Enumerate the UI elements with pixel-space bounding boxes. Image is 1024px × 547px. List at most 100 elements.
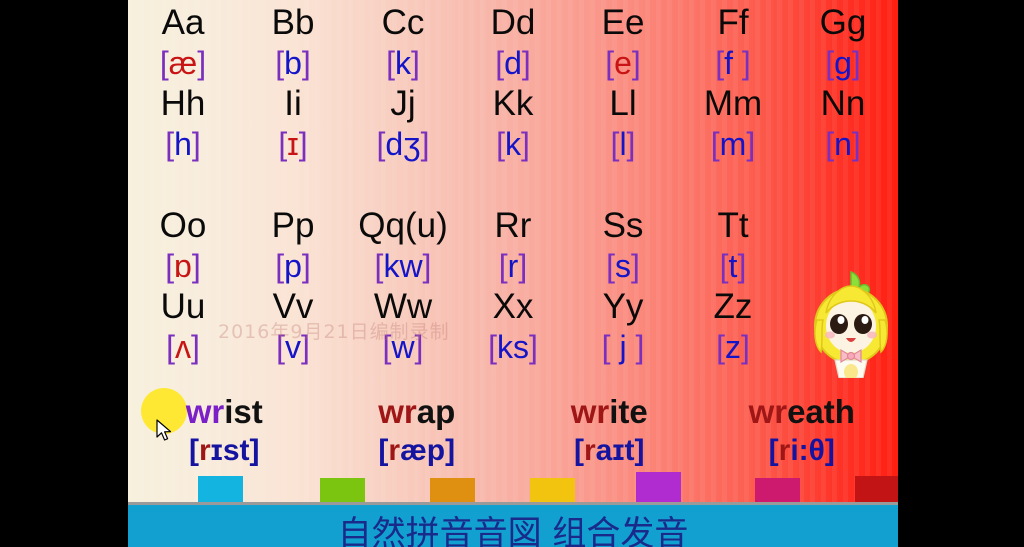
alphabet-row: Oo [ɒ] Pp [p] Qq(u) [kw] Rr [r] Ss [s] T… xyxy=(128,205,898,286)
bracket-close: ] xyxy=(626,329,645,365)
phonetic-symbol: k xyxy=(505,126,521,162)
letter-pair: Oo xyxy=(159,206,207,245)
word-phonetic: [ri:θ] xyxy=(706,432,899,470)
phonetic: [ks] xyxy=(458,327,568,367)
alphabet-cell[interactable]: Rr [r] xyxy=(458,205,568,286)
word-cell-wreath[interactable]: wreath [ri:θ] xyxy=(706,392,899,470)
alphabet-cell[interactable]: Kk [k] xyxy=(458,83,568,164)
alphabet-cell[interactable]: Tt [t] xyxy=(678,205,788,286)
phonetic-rest: ɪst xyxy=(210,434,250,467)
word-cell-write[interactable]: write [raɪt] xyxy=(513,392,706,470)
alphabet-cell[interactable]: Cc [k] xyxy=(348,2,458,83)
cartoon-girl-icon xyxy=(801,268,898,380)
phonetic-symbol: n xyxy=(834,126,852,162)
alphabet-cell[interactable]: Ss [s] xyxy=(568,205,678,286)
bracket-close: ] xyxy=(746,126,756,162)
phonetic-symbol: f xyxy=(724,45,742,81)
alphabet-row: Hh [h] Ii [ɪ] Jj [dʒ] Kk [k] Ll [l] Mm [… xyxy=(128,83,898,164)
word-prefix: wr xyxy=(570,393,610,430)
phonetic: [t] xyxy=(678,246,788,286)
alphabet-cell[interactable]: Nn [n] xyxy=(788,83,898,164)
letter-pair: Dd xyxy=(490,3,536,42)
alphabet-cell[interactable]: Dd [d] xyxy=(458,2,568,83)
phonetic-symbol: ɒ xyxy=(174,248,192,284)
word-cell-wrist[interactable]: wrist [rɪst] xyxy=(128,388,321,470)
alphabet-cell[interactable]: Ii [ɪ] xyxy=(238,83,348,164)
alphabet-block-one: Aa [æ] Bb [b] Cc [k] Dd [d] Ee [e] Ff [f… xyxy=(128,2,898,164)
word-prefix: wr xyxy=(185,393,225,430)
alphabet-cell[interactable]: Yy [ j ] xyxy=(568,286,678,367)
alphabet-cell[interactable]: Jj [dʒ] xyxy=(348,83,458,164)
bottom-banner[interactable]: 自然拼音音図 组合发音 xyxy=(128,502,898,547)
alphabet-cell[interactable]: Bb [b] xyxy=(238,2,348,83)
word-prefix: wr xyxy=(748,393,788,430)
word-cell-wrap[interactable]: wrap [ræp] xyxy=(321,392,514,470)
alphabet-cell[interactable]: Ff [f ] xyxy=(678,2,788,83)
alphabet-cell[interactable]: Oo [ɒ] xyxy=(128,205,238,286)
slide-canvas[interactable]: Aa [æ] Bb [b] Cc [k] Dd [d] Ee [e] Ff [f… xyxy=(128,0,898,547)
alphabet-cell[interactable]: Ee [e] xyxy=(568,2,678,83)
word-rest: ap xyxy=(416,393,456,430)
bracket-close: ] xyxy=(851,126,861,162)
bracket-open: [ xyxy=(768,434,779,467)
letter-pair: Ee xyxy=(601,3,645,42)
phonetic-symbol: ʌ xyxy=(175,329,191,365)
word-rest: eath xyxy=(787,393,855,430)
bracket-close: ] xyxy=(626,126,636,162)
phonetic-symbol: k xyxy=(395,45,411,81)
phonetic-symbol: æ xyxy=(168,45,198,81)
phonetic-symbol: b xyxy=(284,45,302,81)
bracket-open: [ xyxy=(166,329,175,365)
bracket-close: ] xyxy=(824,434,835,467)
bracket-open: [ xyxy=(386,45,395,81)
letter-pair: Rr xyxy=(494,206,532,245)
bracket-close: ] xyxy=(191,329,200,365)
alphabet-cell[interactable]: Aa [æ] xyxy=(128,2,238,83)
bracket-close: ] xyxy=(420,126,430,162)
bracket-open: [ xyxy=(165,248,175,284)
letter-pair: Xx xyxy=(492,287,534,326)
bracket-open: [ xyxy=(716,329,725,365)
phonetic-symbol: l xyxy=(619,126,627,162)
letter-pair: Yy xyxy=(602,287,644,326)
phonetic-r: r xyxy=(198,434,211,467)
bracket-open: [ xyxy=(278,126,288,162)
phonetic: [e] xyxy=(568,43,678,83)
bracket-open: [ xyxy=(165,126,175,162)
phonetic: [p] xyxy=(238,246,348,286)
alphabet-cell[interactable]: Qq(u) [kw] xyxy=(348,205,458,286)
phonetic: [ɪ] xyxy=(238,124,348,164)
alphabet-cell[interactable]: Zz [z] xyxy=(678,286,788,367)
bracket-close: ] xyxy=(191,126,201,162)
alphabet-cell[interactable]: Xx [ks] xyxy=(458,286,568,367)
alphabet-row: Aa [æ] Bb [b] Cc [k] Dd [d] Ee [e] Ff [f… xyxy=(128,2,898,83)
phonetic: [b] xyxy=(238,43,348,83)
word-phonetic: [ræp] xyxy=(321,432,514,470)
letter-pair: Nn xyxy=(820,84,866,123)
phonetic-rest: i:θ xyxy=(790,434,825,467)
phonetic-symbol: ks xyxy=(497,329,529,365)
bracket-open: [ xyxy=(496,126,505,162)
alphabet-cell[interactable]: Gg [g] xyxy=(788,2,898,83)
word-rest: ist xyxy=(224,393,263,430)
bracket-close: ] xyxy=(631,248,640,284)
bracket-close: ] xyxy=(422,248,432,284)
bracket-open: [ xyxy=(498,248,508,284)
alphabet-cell[interactable]: Ll [l] xyxy=(568,83,678,164)
chip-purple[interactable] xyxy=(636,472,681,502)
phonetic-symbol: s xyxy=(615,248,631,284)
bracket-close: ] xyxy=(521,126,530,162)
phonetic: [dʒ] xyxy=(348,124,458,164)
bracket-open: [ xyxy=(606,248,615,284)
phonetic-r: r xyxy=(778,434,791,467)
phonetic-rest: æp xyxy=(400,434,446,467)
alphabet-cell[interactable]: Mm [m] xyxy=(678,83,788,164)
alphabet-cell[interactable]: Hh [h] xyxy=(128,83,238,164)
phonetic-symbol: e xyxy=(614,45,632,81)
word-text: wrap xyxy=(321,392,514,432)
phonetic-r: r xyxy=(583,434,596,467)
alphabet-cell[interactable]: Pp [p] xyxy=(238,205,348,286)
bracket-close: ] xyxy=(631,45,641,81)
bracket-close: ] xyxy=(411,45,420,81)
phonetic-r: r xyxy=(388,434,401,467)
